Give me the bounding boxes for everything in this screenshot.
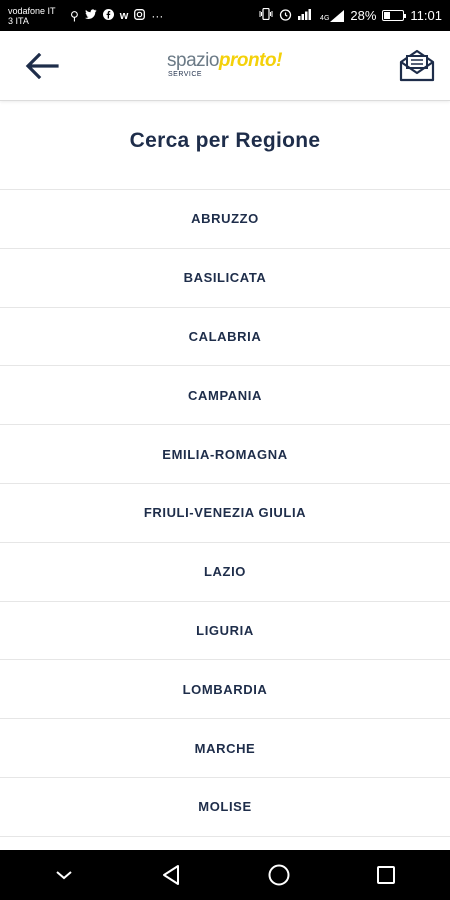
region-item-lombardia[interactable]: LOMBARDIA xyxy=(0,660,450,720)
logo-text-spazio: spazio xyxy=(167,50,219,71)
region-item-campania[interactable]: CAMPANIA xyxy=(0,366,450,426)
logo-text-pronto: pronto! xyxy=(218,50,282,71)
circle-home-icon xyxy=(268,864,290,886)
more-icon: ··· xyxy=(151,8,164,23)
app-icon: w xyxy=(119,9,129,22)
twitter-icon xyxy=(84,8,97,23)
signal-icon: 4G xyxy=(320,9,345,22)
carrier-secondary: 3 ITA xyxy=(8,15,29,26)
usb-icon: ⚲ xyxy=(70,8,79,23)
region-list: ABRUZZO BASILICATA CALABRIA CAMPANIA EMI… xyxy=(0,189,450,837)
app-header: spaziopronto! SERVICE xyxy=(0,31,450,101)
region-item-liguria[interactable]: LIGURIA xyxy=(0,602,450,661)
chevron-down-icon xyxy=(56,871,72,880)
vibrate-icon xyxy=(259,7,273,23)
region-item-friuli-venezia-giulia[interactable]: FRIULI-VENEZIA GIULIA xyxy=(0,484,450,543)
signal-label: 4G xyxy=(320,14,330,22)
instagram-icon xyxy=(134,8,146,23)
logo-subtitle: SERVICE xyxy=(168,71,203,78)
carrier-info: vodafone IT 3 ITA xyxy=(8,6,66,26)
envelope-icon xyxy=(399,49,435,82)
brand-logo: spaziopronto! SERVICE xyxy=(167,51,282,85)
triangle-back-icon xyxy=(163,865,180,885)
system-nav-bar xyxy=(0,850,450,900)
contact-button[interactable] xyxy=(398,47,436,83)
wifi-icon xyxy=(298,8,314,23)
battery-icon xyxy=(382,10,407,21)
region-item-abruzzo[interactable]: ABRUZZO xyxy=(0,190,450,249)
hide-keyboard-button[interactable] xyxy=(40,855,88,895)
page-title: Cerca per Regione xyxy=(129,129,321,152)
nav-recents-button[interactable] xyxy=(362,855,410,895)
clock: 11:01 xyxy=(410,8,442,23)
region-item-calabria[interactable]: CALABRIA xyxy=(0,308,450,367)
region-item-basilicata[interactable]: BASILICATA xyxy=(0,249,450,308)
region-item-marche[interactable]: MARCHE xyxy=(0,719,450,778)
status-bar: vodafone IT 3 ITA ⚲ w ··· 4G 28% 11:01 xyxy=(0,0,450,31)
square-recents-icon xyxy=(377,866,396,884)
region-item-molise[interactable]: MOLISE xyxy=(0,778,450,837)
alarm-icon xyxy=(279,8,292,24)
nav-back-button[interactable] xyxy=(147,855,195,895)
back-button[interactable] xyxy=(22,49,62,83)
region-item-emilia-romagna[interactable]: EMILIA-ROMAGNA xyxy=(0,425,450,484)
nav-home-button[interactable] xyxy=(255,855,303,895)
battery-percent: 28% xyxy=(350,8,377,23)
notification-icons: ⚲ w ··· xyxy=(70,8,164,23)
region-item-lazio[interactable]: LAZIO xyxy=(0,543,450,602)
facebook-icon xyxy=(102,8,114,23)
system-status: 4G 28% 11:01 xyxy=(259,7,442,24)
arrow-left-icon xyxy=(25,53,59,79)
carrier-name: vodafone IT xyxy=(8,5,56,16)
